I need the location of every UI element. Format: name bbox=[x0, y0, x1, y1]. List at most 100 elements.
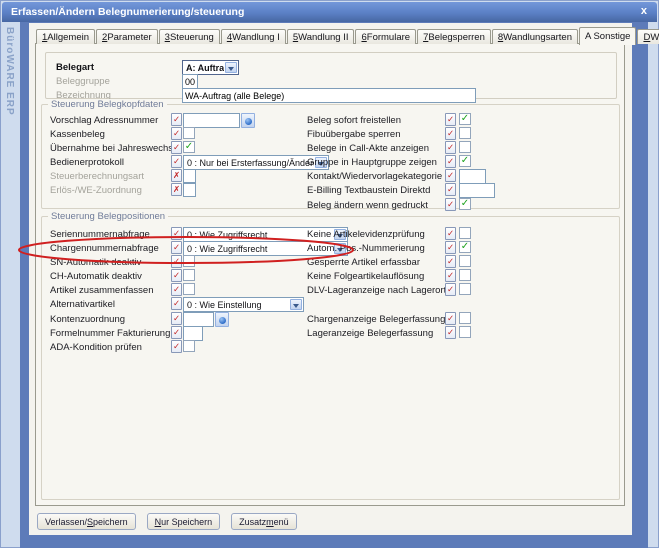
ch-automatik-deaktiv-label: CH-Automatik deaktiv bbox=[50, 271, 142, 282]
dropdown-arrow-icon[interactable] bbox=[225, 62, 237, 73]
ch-automatik-deaktiv-checkbox[interactable] bbox=[183, 269, 195, 281]
close-icon[interactable]: x bbox=[641, 5, 647, 17]
edit-flag-check-icon[interactable]: ✓ bbox=[171, 326, 182, 339]
kassenbeleg-label: Kassenbeleg bbox=[50, 129, 105, 140]
edit-flag-check-icon[interactable]: ✓ bbox=[445, 183, 456, 196]
group-belegpositionen: Steuerung Belegpositionen Seriennummerna… bbox=[41, 216, 620, 500]
edit-flag-check-icon[interactable]: ✓ bbox=[171, 141, 182, 154]
steuerberechnungsart-label: Steuerberechnungsart bbox=[50, 171, 144, 182]
tab-8-wandlungsarten[interactable]: 8 Wandlungsarten bbox=[492, 29, 578, 44]
form-row-dlv-lageranzeige-nach-lagerort: DLV-Lageranzeige nach Lagerort✓ bbox=[307, 283, 617, 297]
form-row-kontenzuordnung: Kontenzuordnung ✓ bbox=[50, 312, 310, 326]
ada-kondition-pr-fen-checkbox[interactable] bbox=[183, 340, 195, 352]
tab-6-formulare[interactable]: 6 Formulare bbox=[355, 29, 416, 44]
form-row-steuerberechnungsart: Steuerberechnungsart ✗ bbox=[50, 169, 310, 183]
edit-flag-check-icon[interactable]: ✓ bbox=[171, 227, 182, 240]
edit-flag-check-icon[interactable]: ✓ bbox=[445, 141, 456, 154]
beleggruppe-input[interactable]: 00 bbox=[182, 74, 198, 89]
group1-left-column: Vorschlag Adressnummer✓Kassenbeleg✓Übern… bbox=[50, 113, 310, 198]
beleg-sofort-freistellen-checkbox[interactable]: ✓ bbox=[459, 113, 471, 125]
edit-flag-check-icon[interactable]: ✓ bbox=[445, 155, 456, 168]
edit-flag-check-icon[interactable]: ✓ bbox=[445, 269, 456, 282]
edit-flag-check-icon[interactable]: ✓ bbox=[171, 241, 182, 254]
bernahme-bei-jahreswechsel-checkbox[interactable]: ✓ bbox=[183, 141, 195, 153]
form-row-kontakt-wiedervorlagekategorie: Kontakt/Wiedervorlagekategorie✓ bbox=[307, 169, 617, 183]
vorschlag-adressnummer-input[interactable] bbox=[183, 113, 240, 128]
kassenbeleg-checkbox[interactable] bbox=[183, 127, 195, 139]
tab-a-sonstige[interactable]: A Sonstige bbox=[579, 27, 636, 45]
beleg-sofort-freistellen-label: Beleg sofort freistellen bbox=[307, 115, 401, 126]
edit-flag-check-icon[interactable]: ✓ bbox=[445, 227, 456, 240]
edit-flag-check-icon[interactable]: ✓ bbox=[445, 241, 456, 254]
tab-7-belegsperren[interactable]: 7 Belegsperren bbox=[417, 29, 491, 44]
verlassen-speichern-button[interactable]: Verlassen/Speichern bbox=[37, 513, 136, 530]
gesperrte-artikel-erfassbar-checkbox[interactable] bbox=[459, 255, 471, 267]
edit-flag-check-icon[interactable]: ✓ bbox=[445, 255, 456, 268]
edit-flag-check-icon[interactable]: ✓ bbox=[445, 312, 456, 325]
belegart-value: A: Auftrag bbox=[183, 61, 224, 73]
group2-right-column: Keine Artikelevidenzprüfung✓Autom. Pos.-… bbox=[307, 227, 617, 340]
form-row-e-billing-textbaustein-direktd: E-Billing Textbaustein Direktd✓ bbox=[307, 183, 617, 197]
edit-flag-check-icon[interactable]: ✓ bbox=[171, 283, 182, 296]
tab-2-parameter[interactable]: 2 Parameter bbox=[96, 29, 158, 44]
edit-flag-check-icon[interactable]: ✓ bbox=[171, 113, 182, 126]
artikel-zusammenfassen-checkbox[interactable] bbox=[183, 283, 195, 295]
keine-artikelevidenzpr-fung-checkbox[interactable] bbox=[459, 227, 471, 239]
e-billing-textbaustein-direktd-input[interactable] bbox=[459, 183, 495, 198]
tab-1-allgemein[interactable]: 1 Allgemein bbox=[36, 29, 95, 44]
alternativartikel-dropdown[interactable]: 0 : Wie Einstellung bbox=[183, 297, 304, 312]
tab-3-steuerung[interactable]: 3 Steuerung bbox=[159, 29, 220, 44]
beleg-ndern-wenn-gedruckt-checkbox[interactable]: ✓ bbox=[459, 198, 471, 210]
edit-flag-check-icon[interactable]: ✓ bbox=[171, 340, 182, 353]
kontakt-wiedervorlagekategorie-input[interactable] bbox=[459, 169, 486, 184]
footer-button-row: Verlassen/Speichern Nur Speichern Zusatzme… bbox=[37, 513, 297, 530]
edit-flag-check-icon[interactable]: ✓ bbox=[171, 127, 182, 140]
dlv-lageranzeige-nach-lagerort-checkbox[interactable] bbox=[459, 283, 471, 295]
erl-s-we-zuordnung-field[interactable] bbox=[183, 183, 196, 197]
edit-flag-check-icon[interactable]: ✓ bbox=[445, 283, 456, 296]
edit-flag-check-icon[interactable]: ✓ bbox=[171, 155, 182, 168]
lageranzeige-belegerfassung-checkbox[interactable] bbox=[459, 326, 471, 338]
dropdown-arrow-icon[interactable] bbox=[290, 299, 302, 310]
autom-pos-nummerierung-checkbox[interactable]: ✓ bbox=[459, 241, 471, 253]
edit-flag-check-icon[interactable]: ✓ bbox=[171, 269, 182, 282]
edit-flag-check-icon[interactable]: ✓ bbox=[445, 127, 456, 140]
lookup-icon[interactable] bbox=[215, 312, 229, 327]
gruppe-in-hauptgruppe-zeigen-checkbox[interactable]: ✓ bbox=[459, 155, 471, 167]
zusatzmen-button[interactable]: Zusatzmenü bbox=[231, 513, 297, 530]
form-row-keine-folgeartikelaufl-sung: Keine Folgeartikelauflösung✓ bbox=[307, 269, 617, 283]
kontenzuordnung-input[interactable] bbox=[183, 312, 214, 327]
form-row-ch-automatik-deaktiv: CH-Automatik deaktiv ✓ bbox=[50, 269, 310, 283]
titlebar[interactable]: Erfassen/Ändern Belegnumerierung/steueru… bbox=[2, 2, 657, 22]
edit-flag-check-icon[interactable]: ✓ bbox=[171, 255, 182, 268]
edit-flag-check-icon[interactable]: ✓ bbox=[171, 312, 182, 325]
edit-flag-check-icon[interactable]: ✓ bbox=[445, 198, 456, 211]
edit-flag-check-icon[interactable]: ✓ bbox=[445, 326, 456, 339]
document-header-box: Belegart A: Auftrag Beleggruppe 00 Bezei… bbox=[45, 52, 617, 99]
spacer-row bbox=[307, 297, 617, 311]
gesperrte-artikel-erfassbar-label: Gesperrte Artikel erfassbar bbox=[307, 257, 420, 268]
belege-in-call-akte-anzeigen-checkbox[interactable] bbox=[459, 141, 471, 153]
chargenanzeige-belegerfassung-checkbox[interactable] bbox=[459, 312, 471, 324]
tab-d-wfl-tb[interactable]: D WFL/TB bbox=[637, 29, 659, 44]
lookup-icon[interactable] bbox=[241, 113, 255, 128]
formelnummer-fakturierung-input[interactable] bbox=[183, 326, 203, 341]
alternativartikel-dropdown-value: 0 : Wie Einstellung bbox=[184, 298, 289, 310]
edit-flag-cross-icon[interactable]: ✗ bbox=[171, 183, 182, 196]
sn-automatik-deaktiv-checkbox[interactable] bbox=[183, 255, 195, 267]
tab-4-wandlung-i[interactable]: 4 Wandlung I bbox=[221, 29, 286, 44]
belegart-row: Belegart A: Auftrag bbox=[56, 60, 612, 75]
tab-5-wandlung-ii[interactable]: 5 Wandlung II bbox=[287, 29, 355, 44]
nur-speichern-button[interactable]: Nur Speichern bbox=[147, 513, 221, 530]
belegart-dropdown[interactable]: A: Auftrag bbox=[182, 60, 239, 75]
fibu-bergabe-sperren-checkbox[interactable] bbox=[459, 127, 471, 139]
steuerberechnungsart-field[interactable] bbox=[183, 169, 196, 183]
bezeichnung-input[interactable]: WA-Auftrag (alle Belege) bbox=[182, 88, 476, 103]
keine-folgeartikelaufl-sung-checkbox[interactable] bbox=[459, 269, 471, 281]
edit-flag-check-icon[interactable]: ✓ bbox=[445, 169, 456, 182]
edit-flag-check-icon[interactable]: ✓ bbox=[445, 113, 456, 126]
autom-pos-nummerierung-label: Autom. Pos.-Nummerierung bbox=[307, 243, 425, 254]
edit-flag-check-icon[interactable]: ✓ bbox=[171, 297, 182, 310]
kontenzuordnung-label: Kontenzuordnung bbox=[50, 314, 125, 325]
edit-flag-cross-icon[interactable]: ✗ bbox=[171, 169, 182, 182]
